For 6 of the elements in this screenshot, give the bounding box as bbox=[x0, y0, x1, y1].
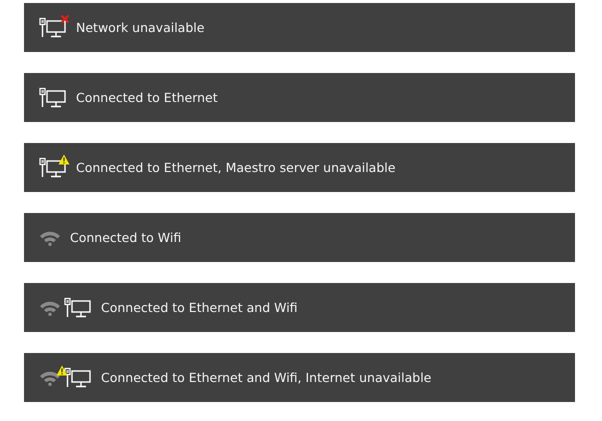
status-text: Connected to Wifi bbox=[70, 230, 182, 245]
status-text: Connected to Ethernet bbox=[76, 90, 218, 105]
status-text: Connected to Ethernet and Wifi bbox=[101, 300, 298, 315]
status-text: Connected to Ethernet, Maestro server unavailable bbox=[76, 160, 396, 175]
status-text: Connected to Ethernet and Wifi, Internet unavailable bbox=[101, 370, 432, 385]
status-text: Network unavailable bbox=[76, 20, 204, 35]
